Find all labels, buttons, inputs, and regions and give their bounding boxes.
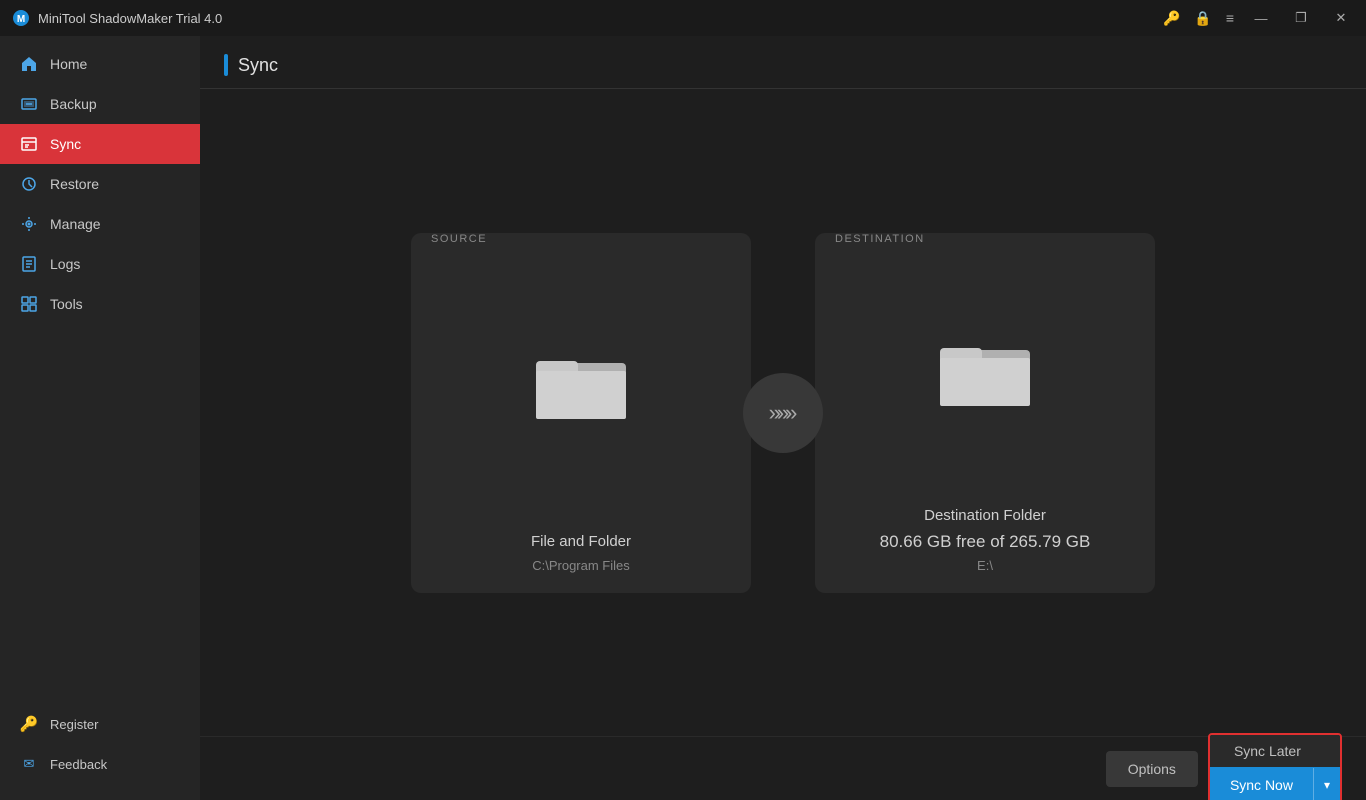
sidebar-bottom: 🔑 Register ✉ Feedback — [0, 704, 200, 800]
options-button[interactable]: Options — [1106, 751, 1198, 787]
maximize-button[interactable]: ❐ — [1288, 5, 1314, 31]
source-name: File and Folder — [531, 533, 631, 550]
restore-icon — [20, 175, 38, 193]
arrow-chevrons-icon: »»» — [769, 400, 794, 426]
source-path: C:\Program Files — [532, 558, 630, 573]
menu-icon[interactable]: ≡ — [1226, 10, 1234, 26]
destination-card[interactable]: DESTINATION Destination Folder 80.66 GB … — [815, 233, 1155, 593]
destination-folder-icon — [940, 336, 1030, 406]
sidebar-item-manage[interactable]: Manage — [0, 204, 200, 244]
bottom-bar: Options Sync Later Sync Now ▾ — [200, 736, 1366, 800]
sidebar-nav: Home Backup — [0, 36, 200, 704]
arrow-connector: »»» — [743, 373, 823, 453]
feedback-icon: ✉ — [20, 755, 38, 773]
destination-label: DESTINATION — [835, 233, 925, 245]
sidebar-label-register: Register — [50, 717, 98, 732]
destination-folder-icon-wrap — [940, 245, 1030, 497]
manage-icon — [20, 215, 38, 233]
destination-free: 80.66 GB free of 265.79 GB — [880, 532, 1091, 552]
backup-icon — [20, 95, 38, 113]
content-area: Sync SOURCE File and Folder C:\Program F… — [200, 36, 1366, 800]
sidebar-item-backup[interactable]: Backup — [0, 84, 200, 124]
svg-text:M: M — [17, 14, 25, 25]
home-icon — [20, 55, 38, 73]
sync-area: SOURCE File and Folder C:\Program Files … — [200, 89, 1366, 736]
sync-later-button[interactable]: Sync Later — [1210, 735, 1340, 767]
sync-action-group: Sync Later Sync Now ▾ — [1208, 733, 1342, 800]
source-card[interactable]: SOURCE File and Folder C:\Program Files — [411, 233, 751, 593]
sync-now-row: Sync Now ▾ — [1210, 767, 1340, 800]
titlebar-actions: 🔑 🔒 ≡ — ❐ ✕ — [1163, 5, 1354, 31]
sidebar-item-register[interactable]: 🔑 Register — [0, 704, 200, 744]
sidebar-label-sync: Sync — [50, 136, 81, 152]
register-icon: 🔑 — [20, 715, 38, 733]
titlebar: M MiniTool ShadowMaker Trial 4.0 🔑 🔒 ≡ —… — [0, 0, 1366, 36]
page-title: Sync — [238, 55, 278, 76]
lock-icon[interactable]: 🔒 — [1194, 10, 1211, 27]
source-label: SOURCE — [431, 233, 487, 245]
header-accent — [224, 54, 228, 76]
minimize-button[interactable]: — — [1248, 5, 1274, 31]
sidebar-item-tools[interactable]: Tools — [0, 284, 200, 324]
sidebar-item-feedback[interactable]: ✉ Feedback — [0, 744, 200, 784]
logs-icon — [20, 255, 38, 273]
app-title: MiniTool ShadowMaker Trial 4.0 — [38, 11, 1163, 26]
sync-icon — [20, 135, 38, 153]
dropdown-chevron-icon: ▾ — [1324, 778, 1330, 792]
sidebar-label-feedback: Feedback — [50, 757, 107, 772]
source-folder-icon — [536, 349, 626, 419]
sidebar-item-home[interactable]: Home — [0, 44, 200, 84]
sync-now-button[interactable]: Sync Now — [1210, 767, 1313, 800]
sidebar-label-tools: Tools — [50, 296, 83, 312]
sidebar-item-restore[interactable]: Restore — [0, 164, 200, 204]
sync-now-dropdown-button[interactable]: ▾ — [1313, 768, 1340, 800]
sidebar-label-backup: Backup — [50, 96, 97, 112]
sidebar-label-restore: Restore — [50, 176, 99, 192]
sidebar-label-logs: Logs — [50, 256, 80, 272]
tools-icon — [20, 295, 38, 313]
page-header: Sync — [200, 36, 1366, 89]
destination-path: E:\ — [977, 558, 993, 573]
destination-name: Destination Folder — [924, 507, 1046, 524]
source-folder-icon-wrap — [536, 245, 626, 523]
app-logo: M — [12, 9, 30, 27]
key-icon[interactable]: 🔑 — [1163, 10, 1180, 27]
sidebar-item-logs[interactable]: Logs — [0, 244, 200, 284]
sidebar: Home Backup — [0, 36, 200, 800]
sidebar-label-home: Home — [50, 56, 87, 72]
sidebar-label-manage: Manage — [50, 216, 101, 232]
sidebar-item-sync[interactable]: Sync — [0, 124, 200, 164]
app-body: Home Backup — [0, 36, 1366, 800]
close-button[interactable]: ✕ — [1328, 5, 1354, 31]
